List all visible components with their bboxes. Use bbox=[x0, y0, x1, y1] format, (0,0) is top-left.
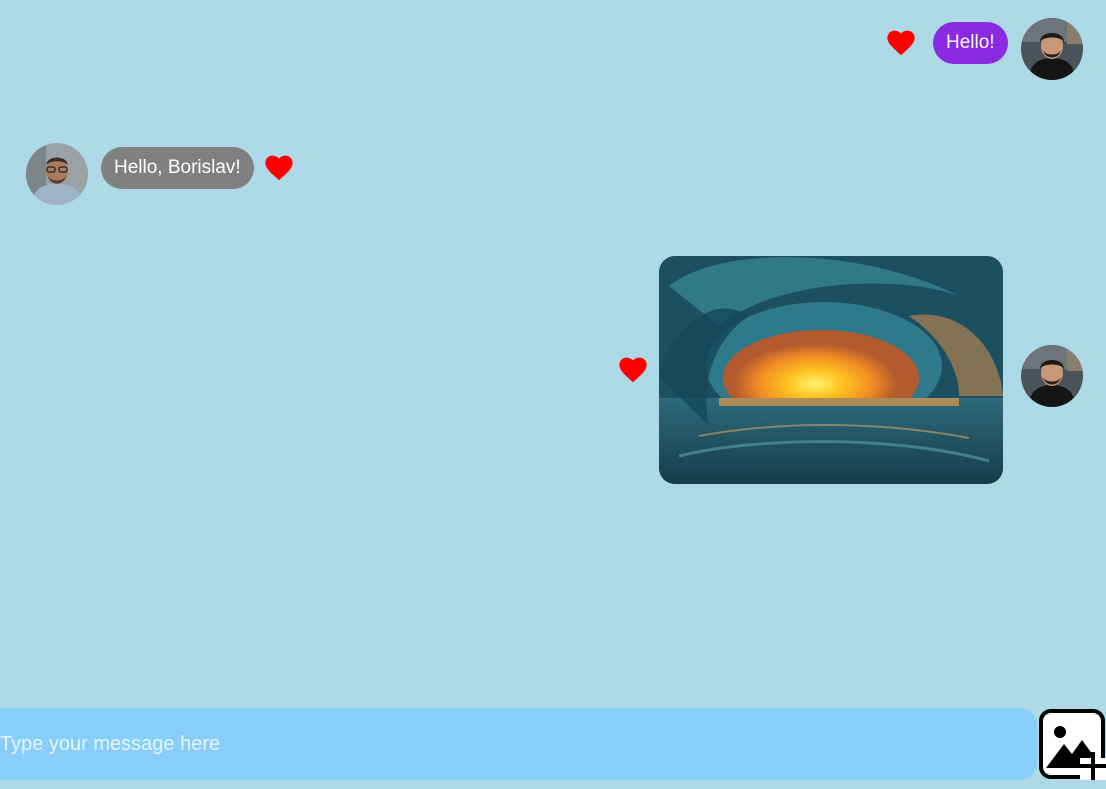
message-bubble-sent: Hello! bbox=[933, 22, 1008, 64]
avatar-me bbox=[1021, 18, 1083, 80]
message-bubble-received: Hello, Borislav! bbox=[101, 147, 254, 189]
add-image-icon bbox=[1039, 709, 1106, 780]
message-input[interactable] bbox=[0, 708, 1037, 780]
avatar-me bbox=[1021, 345, 1083, 407]
attach-image-button[interactable] bbox=[1038, 708, 1106, 780]
heart-icon[interactable] bbox=[619, 357, 647, 383]
image-message[interactable] bbox=[659, 256, 1003, 484]
heart-icon[interactable] bbox=[265, 155, 293, 181]
heart-icon[interactable] bbox=[887, 30, 915, 56]
avatar-contact bbox=[26, 143, 88, 205]
